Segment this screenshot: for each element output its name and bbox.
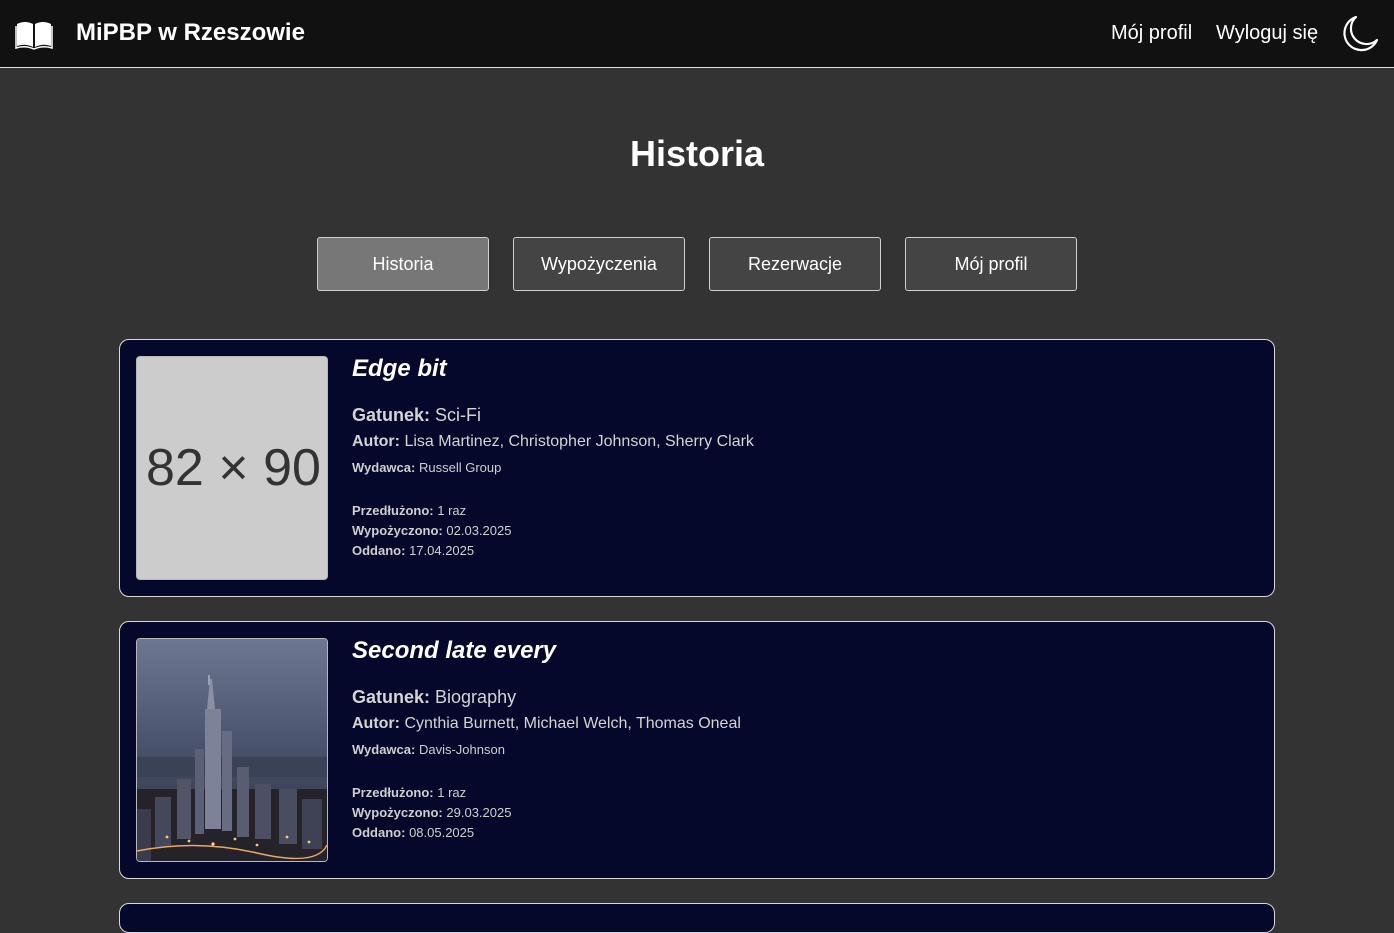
open-book-icon[interactable] [15, 18, 53, 50]
genre-value: Sci-Fi [435, 405, 482, 425]
book-authors: Autor: Cynthia Burnett, Michael Welch, T… [352, 715, 741, 733]
book-title: Second late every [352, 637, 557, 664]
author-label: Autor: [352, 433, 400, 450]
book-cover-placeholder: 82 × 90 [136, 356, 328, 580]
city-skyline-image [137, 639, 327, 861]
tab-moj-profil[interactable]: Mój profil [905, 237, 1077, 291]
tab-historia[interactable]: Historia [317, 237, 489, 291]
nav-profile-link[interactable]: Mój profil [1111, 22, 1192, 45]
book-publisher: Wydawca: Davis-Johnson [352, 742, 505, 757]
genre-value: Biography [435, 687, 517, 707]
returned-value: 17.04.2025 [409, 543, 475, 558]
page-title: Historia [629, 133, 765, 174]
borrowed-value: 29.03.2025 [446, 805, 512, 820]
tab-wypozyczenia[interactable]: Wypożyczenia [513, 237, 685, 291]
loan-borrowed-date: Wypożyczono: 29.03.2025 [352, 805, 511, 820]
tab-rezerwacje[interactable]: Rezerwacje [709, 237, 881, 291]
book-genre: Gatunek: Biography [352, 687, 516, 708]
book-genre: Gatunek: Sci-Fi [352, 405, 481, 426]
borrowed-label: Wypożyczono: [352, 805, 443, 820]
extended-label: Przedłużono: [352, 785, 434, 800]
publisher-value: Davis-Johnson [418, 742, 505, 757]
author-value: Cynthia Burnett, Michael Welch, Thomas O… [404, 715, 741, 732]
author-label: Autor: [352, 715, 400, 732]
returned-label: Oddano: [352, 543, 406, 558]
book-publisher: Wydawca: Russell Group [352, 460, 501, 475]
loan-extended: Przedłużono: 1 raz [352, 785, 466, 800]
book-authors: Autor: Lisa Martinez, Christopher Johnso… [352, 433, 754, 451]
returned-label: Oddano: [352, 825, 406, 840]
borrowed-label: Wypożyczono: [352, 523, 443, 538]
history-card: 82 × 90 Edge bit Gatunek: Sci-Fi Autor: … [119, 339, 1275, 597]
brand-name[interactable]: MiPBP w Rzeszowie [76, 19, 305, 47]
genre-label: Gatunek: [352, 687, 431, 707]
extended-value: 1 raz [437, 785, 467, 800]
publisher-value: Russell Group [418, 460, 502, 475]
borrowed-value: 02.03.2025 [446, 523, 512, 538]
publisher-label: Wydawca: [352, 460, 416, 475]
history-card [119, 903, 1275, 933]
publisher-label: Wydawca: [352, 742, 416, 757]
loan-returned-date: Oddano: 08.05.2025 [352, 825, 474, 840]
loan-borrowed-date: Wypożyczono: 02.03.2025 [352, 523, 511, 538]
moon-icon[interactable] [1340, 14, 1380, 54]
history-card: Second late every Gatunek: Biography Aut… [119, 621, 1275, 879]
extended-label: Przedłużono: [352, 503, 434, 518]
book-cover-image [136, 638, 328, 862]
book-title: Edge bit [352, 355, 447, 382]
returned-value: 08.05.2025 [409, 825, 475, 840]
loan-extended: Przedłużono: 1 raz [352, 503, 466, 518]
extended-value: 1 raz [437, 503, 467, 518]
top-navbar: MiPBP w Rzeszowie Mój profil Wyloguj się [0, 0, 1394, 68]
author-value: Lisa Martinez, Christopher Johnson, Sher… [404, 433, 754, 450]
genre-label: Gatunek: [352, 405, 431, 425]
loan-returned-date: Oddano: 17.04.2025 [352, 543, 474, 558]
nav-logout-link[interactable]: Wyloguj się [1216, 22, 1318, 45]
